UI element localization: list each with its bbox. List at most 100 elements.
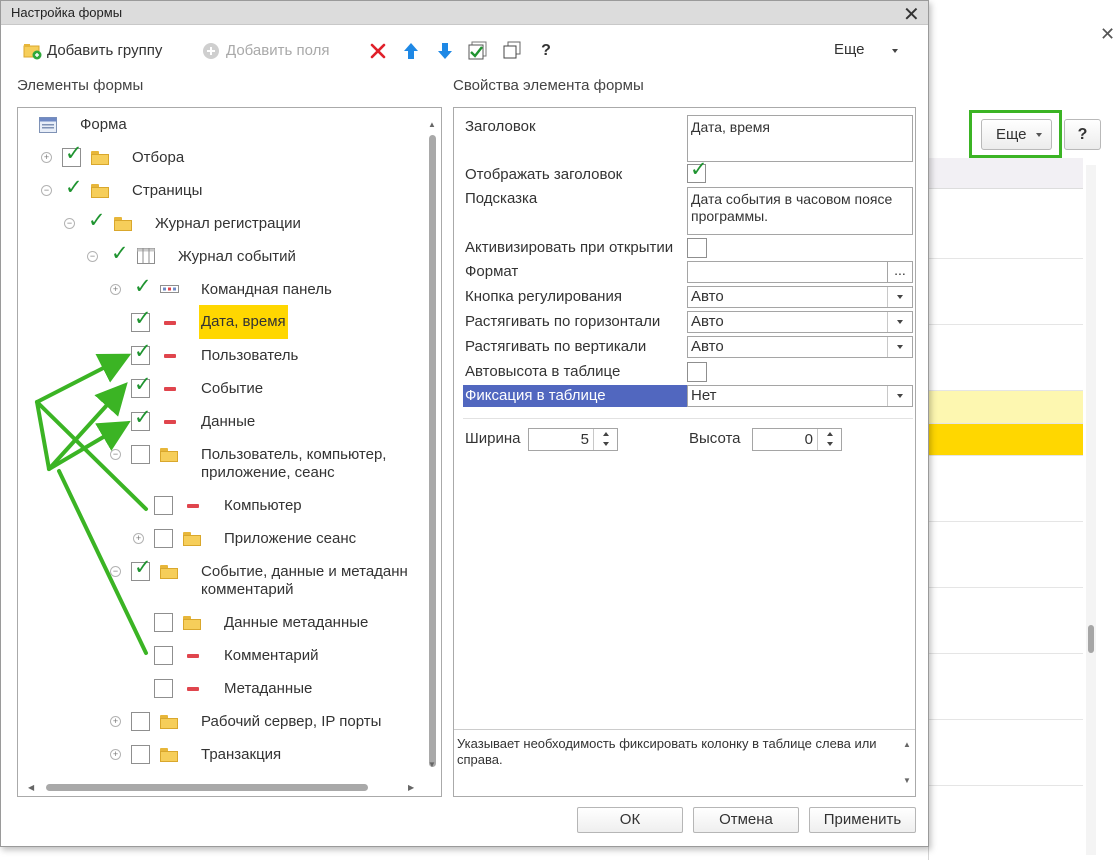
tree-item-server-ports[interactable]: + Рабочий сервер, IP порты [18,708,418,736]
add-group-button[interactable]: Добавить группу [23,39,162,63]
height-spinner[interactable]: 0 [752,428,842,451]
table-row[interactable] [929,588,1083,654]
tree-item-checkbox[interactable] [154,529,173,548]
tree-item-comment[interactable]: Комментарий [18,642,418,670]
collapse-icon[interactable]: − [87,251,98,262]
show-title-checkbox[interactable]: ✓ [687,159,708,183]
table-row[interactable] [929,522,1083,588]
table-row[interactable] [929,456,1083,522]
format-field[interactable] [687,261,888,283]
tree-item-event[interactable]: ✓ Событие [18,374,418,403]
tree-item-data-metadata[interactable]: Данные метаданные [18,609,418,637]
checkmark-icon[interactable]: ✓ [65,177,83,199]
autoheight-checkbox[interactable] [687,362,707,382]
spinner-arrows-icon[interactable] [817,429,841,450]
tree-item-data[interactable]: ✓ Данные [18,407,418,436]
tree-item-root[interactable]: Форма [18,111,418,139]
collapse-icon[interactable]: − [110,449,121,460]
tree-item-filters[interactable]: + ✓ Отбора [18,143,418,172]
format-picker-button[interactable]: ... [887,261,913,283]
tree-item-checkbox[interactable] [154,646,173,665]
tree-item-checkbox[interactable] [131,712,150,731]
table-row[interactable] [929,325,1083,391]
move-up-icon[interactable] [401,41,421,61]
tree-item-checkbox[interactable] [154,613,173,632]
form-elements-tree[interactable]: Форма + ✓ Отбора − ✓ Страницы − ✓ Журнал… [17,107,442,797]
scroll-up-arrow-icon[interactable]: ▲ [903,740,911,749]
check-all-icon[interactable] [468,41,488,61]
tree-item-datetime[interactable]: ✓ Дата, время [18,305,418,339]
tree-item-command-bar[interactable]: + ✓ Командная панель [18,276,418,304]
spinner-arrows-icon[interactable] [593,429,617,450]
tree-item-metadata[interactable]: Метаданные [18,675,418,703]
background-help-button[interactable]: ? [1064,119,1101,150]
chevron-down-icon[interactable] [892,49,898,53]
cancel-button[interactable]: Отмена [693,807,799,833]
tree-item-checkbox[interactable] [154,496,173,515]
scroll-down-arrow-icon[interactable]: ▼ [903,776,911,785]
stretch-h-select[interactable]: Авто [687,311,913,333]
scroll-right-arrow-icon[interactable]: ▶ [408,783,414,792]
collapse-icon[interactable]: − [41,185,52,196]
tree-item-user[interactable]: ✓ Пользователь [18,341,418,370]
tree-item-checkbox[interactable]: ✓ [131,407,152,431]
tree-item-checkbox[interactable]: ✓ [131,374,152,398]
tree-item-event-table[interactable]: − ✓ Журнал событий [18,243,418,271]
tree-item-checkbox[interactable] [131,745,150,764]
title-field[interactable]: Дата, время [687,115,913,162]
tree-item-checkbox[interactable]: ✓ [62,143,83,167]
stretch-v-select[interactable]: Авто [687,336,913,358]
table-row[interactable] [929,189,1083,259]
chevron-down-icon[interactable] [887,386,912,406]
expand-icon[interactable]: + [110,284,121,295]
activate-checkbox[interactable] [687,238,707,258]
background-more-button[interactable]: Еще [981,119,1052,150]
help-button[interactable]: ? [536,41,556,61]
collapse-icon[interactable]: − [110,566,121,577]
tree-item-event-log-page[interactable]: − ✓ Журнал регистрации [18,210,418,238]
close-icon[interactable]: ✕ [903,2,920,27]
tree-item-checkbox[interactable] [131,445,150,464]
move-down-icon[interactable] [435,41,455,61]
table-row-selected[interactable] [929,424,1083,456]
fix-select[interactable]: Нет [687,385,913,407]
tree-item-event-data-group[interactable]: − ✓ Событие, данные и метаданн комментар… [18,557,428,600]
tree-item-app-session[interactable]: + Приложение сеанс [18,525,418,553]
scroll-left-arrow-icon[interactable]: ◀ [28,783,34,792]
tree-item-checkbox[interactable]: ✓ [131,557,152,581]
chevron-down-icon[interactable] [887,312,912,332]
add-fields-button[interactable]: Добавить поля [202,39,329,63]
tree-item-pages[interactable]: − ✓ Страницы [18,177,418,205]
tree-item-checkbox[interactable]: ✓ [131,308,152,332]
tree-vertical-scrollbar-thumb[interactable] [429,135,436,767]
more-menu-button[interactable]: Еще [834,41,865,58]
expand-icon[interactable]: + [110,749,121,760]
dialog-titlebar[interactable]: Настройка формы ✕ [1,1,928,27]
adjust-button-select[interactable]: Авто [687,286,913,308]
checkmark-icon[interactable]: ✓ [88,210,106,232]
checkmark-icon[interactable]: ✓ [134,276,152,298]
expand-icon[interactable]: + [110,716,121,727]
ok-button[interactable]: ОК [577,807,683,833]
table-row[interactable] [929,720,1083,786]
tree-item-checkbox[interactable] [154,679,173,698]
tree-item-user-computer-group[interactable]: − Пользователь, компьютер, приложение, с… [18,441,418,483]
table-row[interactable] [929,259,1083,325]
delete-icon[interactable] [368,41,388,61]
table-row[interactable] [929,654,1083,720]
tree-item-checkbox[interactable]: ✓ [131,341,152,365]
copy-icon[interactable] [502,41,522,61]
table-row[interactable] [929,391,1083,424]
tree-item-transaction[interactable]: + Транзакция [18,741,418,769]
tree-horizontal-scrollbar-thumb[interactable] [46,784,368,791]
checkmark-icon[interactable]: ✓ [111,243,129,265]
scroll-down-arrow-icon[interactable]: ▼ [428,760,436,769]
background-scrollbar-thumb[interactable] [1088,625,1094,653]
chevron-down-icon[interactable] [887,287,912,307]
expand-icon[interactable]: + [133,533,144,544]
width-spinner[interactable]: 5 [528,428,618,451]
chevron-down-icon[interactable] [887,337,912,357]
background-scrollbar[interactable] [1086,165,1096,855]
background-close-icon[interactable]: ✕ [1100,24,1115,45]
apply-button[interactable]: Применить [809,807,916,833]
